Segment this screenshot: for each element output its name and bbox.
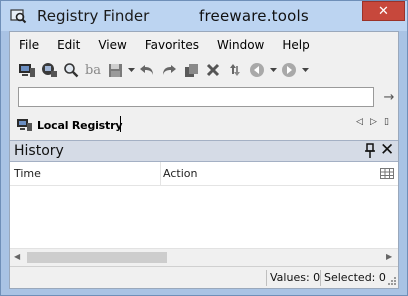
delete-button[interactable] <box>202 59 224 81</box>
status-bar: Values: 0 Selected: 0 <box>10 266 398 288</box>
app-window: Registry Finder freeware.tools ✕ File Ed… <box>0 0 408 296</box>
menu-favorites[interactable]: Favorites <box>136 34 208 56</box>
undo-icon <box>140 65 153 75</box>
chevron-down-icon <box>301 68 309 72</box>
refresh-button[interactable] <box>224 59 246 81</box>
menu-help[interactable]: Help <box>273 34 318 56</box>
status-divider <box>266 270 267 286</box>
tab-local-registry[interactable]: Local Registry <box>16 114 122 136</box>
title-bar[interactable]: Registry Finder freeware.tools ✕ <box>1 1 407 31</box>
menu-edit[interactable]: Edit <box>48 34 89 56</box>
chevron-down-icon <box>269 68 277 72</box>
text-search-icon: ba <box>84 62 102 78</box>
forward-button[interactable] <box>278 59 300 81</box>
back-arrow-circle-icon <box>250 63 264 77</box>
status-selected-count: Selected: 0 <box>324 271 386 284</box>
registry-finder-app-icon <box>10 9 27 24</box>
text-search-button[interactable]: ba <box>82 59 104 81</box>
save-dropdown-arrow[interactable] <box>126 59 136 81</box>
tab-scroll-right-icon[interactable]: ▷ <box>370 117 377 127</box>
network-computer-icon <box>42 63 57 77</box>
computer-icon <box>17 119 32 131</box>
history-title: History <box>14 143 64 159</box>
tab-scroll-left-icon[interactable]: ◁ <box>356 117 363 127</box>
magnifier-icon <box>64 63 79 78</box>
tab-strip: Local Registry ◁ ▷ ▯ <box>10 112 398 136</box>
new-local-registry-button[interactable] <box>16 59 38 81</box>
go-button[interactable]: → <box>380 87 398 107</box>
undo-button[interactable] <box>136 59 158 81</box>
back-dropdown-arrow[interactable] <box>268 59 278 81</box>
tab-close-icon[interactable]: ▯ <box>384 117 389 127</box>
find-button[interactable] <box>60 59 82 81</box>
status-values-count: Values: 0 <box>270 271 321 284</box>
toolbar: ba <box>16 58 310 82</box>
redo-icon <box>163 65 176 75</box>
column-chooser-icon[interactable] <box>380 168 394 179</box>
resize-grip-icon[interactable] <box>388 277 396 285</box>
window-title: Registry Finder <box>37 7 150 25</box>
refresh-arrows-icon <box>230 64 240 76</box>
pin-icon[interactable] <box>363 143 377 159</box>
menu-bar: File Edit View Favorites Window Help <box>10 34 398 56</box>
close-button[interactable]: ✕ <box>362 1 405 21</box>
back-button[interactable] <box>246 59 268 81</box>
close-icon: ✕ <box>378 3 389 19</box>
scroll-left-icon[interactable]: ◀ <box>14 252 20 261</box>
menu-window[interactable]: Window <box>208 34 273 56</box>
column-divider[interactable] <box>160 162 161 186</box>
floppy-disk-icon <box>108 63 122 77</box>
close-panel-icon[interactable]: ✕ <box>380 142 394 159</box>
forward-arrow-circle-icon <box>282 63 296 77</box>
history-panel-header: History ✕ <box>10 140 398 162</box>
address-input[interactable] <box>18 87 374 107</box>
copy-button[interactable] <box>180 59 202 81</box>
column-header-action[interactable]: Action <box>163 167 197 180</box>
menu-view[interactable]: View <box>89 34 135 56</box>
copy-icon <box>184 63 198 77</box>
redo-button[interactable] <box>158 59 180 81</box>
column-header-time[interactable]: Time <box>14 167 41 180</box>
watermark-text: freeware.tools <box>199 7 309 25</box>
computer-icon <box>19 64 35 77</box>
menu-file[interactable]: File <box>10 34 48 56</box>
chevron-down-icon <box>127 68 135 72</box>
address-bar: → <box>18 87 396 108</box>
save-button[interactable] <box>104 59 126 81</box>
status-divider <box>320 270 321 286</box>
arrow-right-icon: → <box>383 89 395 105</box>
text-caret <box>120 116 121 132</box>
scroll-right-icon[interactable]: ▶ <box>386 252 392 261</box>
connect-remote-button[interactable] <box>38 59 60 81</box>
history-column-headers: Time Action <box>10 162 398 186</box>
client-area: File Edit View Favorites Window Help ba … <box>9 31 399 289</box>
delete-x-icon <box>206 63 220 77</box>
scrollbar-thumb[interactable] <box>27 252 167 263</box>
forward-dropdown-arrow[interactable] <box>300 59 310 81</box>
history-list: Time Action <box>10 162 398 260</box>
tab-label: Local Registry <box>37 118 123 132</box>
horizontal-scrollbar[interactable]: ◀ ▶ <box>10 248 398 265</box>
